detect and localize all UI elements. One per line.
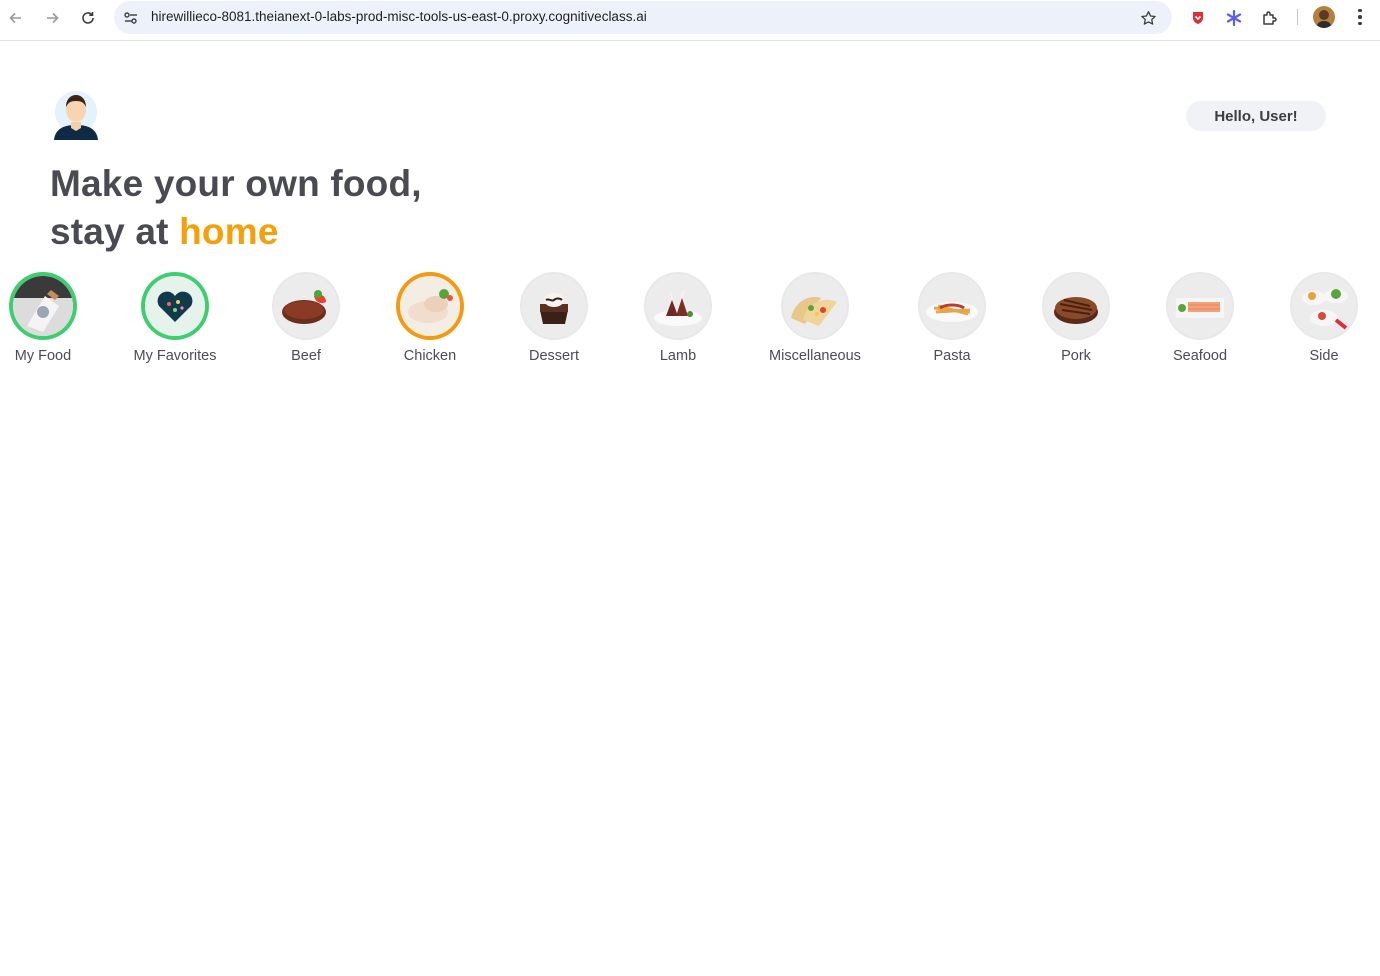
category-label: My Favorites bbox=[133, 348, 217, 364]
shield-extension-icon[interactable] bbox=[1187, 7, 1209, 29]
snowflake-extension-icon[interactable] bbox=[1223, 7, 1245, 29]
category-label: Miscellaneous bbox=[769, 348, 861, 364]
dessert-image bbox=[522, 274, 586, 338]
page-headline: Make your own food, stay at home bbox=[50, 160, 422, 256]
category-pork[interactable]: Pork bbox=[1011, 272, 1141, 364]
url-text[interactable]: hirewillieco-8081.theianext-0-labs-prod-… bbox=[151, 9, 647, 24]
headline-line-1: Make your own food, bbox=[50, 163, 422, 204]
lamb-image bbox=[646, 274, 710, 338]
seafood-image bbox=[1168, 274, 1232, 338]
category-label: Lamb bbox=[659, 348, 697, 364]
category-seafood[interactable]: Seafood bbox=[1135, 272, 1265, 364]
category-label: Pasta bbox=[933, 348, 971, 364]
category-beef[interactable]: Beef bbox=[241, 272, 371, 364]
category-chicken[interactable]: Chicken bbox=[365, 272, 495, 364]
headline-prefix: stay at bbox=[50, 211, 180, 252]
beef-image bbox=[274, 274, 338, 338]
forward-arrow-icon bbox=[47, 12, 59, 24]
category-miscellaneous[interactable]: Miscellaneous bbox=[750, 272, 880, 364]
category-label: Beef bbox=[291, 348, 321, 364]
pasta-image bbox=[920, 274, 984, 338]
bookmark-star-icon[interactable] bbox=[1138, 8, 1158, 28]
extensions-puzzle-icon[interactable] bbox=[1259, 7, 1281, 29]
headline-line-2: stay at home bbox=[50, 208, 422, 256]
forward-button[interactable] bbox=[40, 6, 64, 30]
headline-accent: home bbox=[179, 211, 279, 252]
miscellaneous-image bbox=[783, 274, 847, 338]
chicken-image bbox=[400, 276, 460, 336]
category-label: My Food bbox=[14, 348, 72, 364]
profile-avatar[interactable] bbox=[1313, 6, 1335, 28]
my-favorites-image bbox=[145, 276, 205, 336]
browser-menu-button[interactable] bbox=[1351, 6, 1369, 28]
reload-icon bbox=[82, 12, 94, 24]
toolbar-divider bbox=[1297, 9, 1298, 25]
category-label: Side bbox=[1309, 348, 1339, 364]
address-bar[interactable]: hirewillieco-8081.theianext-0-labs-prod-… bbox=[114, 1, 1172, 34]
category-lamb[interactable]: Lamb bbox=[613, 272, 743, 364]
back-arrow-icon bbox=[9, 12, 21, 24]
category-my-food[interactable]: My Food bbox=[0, 272, 108, 364]
category-label: Seafood bbox=[1172, 348, 1228, 364]
pork-image bbox=[1044, 274, 1108, 338]
category-label: Chicken bbox=[403, 348, 457, 364]
category-label: Pork bbox=[1061, 348, 1091, 364]
side-image bbox=[1292, 274, 1356, 338]
category-my-favorites[interactable]: My Favorites bbox=[110, 272, 240, 364]
my-food-image bbox=[13, 276, 73, 336]
category-label: Dessert bbox=[529, 348, 579, 364]
browser-toolbar: hirewillieco-8081.theianext-0-labs-prod-… bbox=[0, 0, 1380, 41]
category-side[interactable]: Side bbox=[1259, 272, 1380, 364]
greeting-badge: Hello, User! bbox=[1186, 101, 1326, 131]
category-dessert[interactable]: Dessert bbox=[489, 272, 619, 364]
reload-button[interactable] bbox=[76, 6, 100, 30]
user-avatar[interactable] bbox=[50, 90, 102, 140]
category-pasta[interactable]: Pasta bbox=[887, 272, 1017, 364]
site-settings-icon[interactable] bbox=[122, 9, 140, 27]
back-button[interactable] bbox=[4, 6, 28, 30]
